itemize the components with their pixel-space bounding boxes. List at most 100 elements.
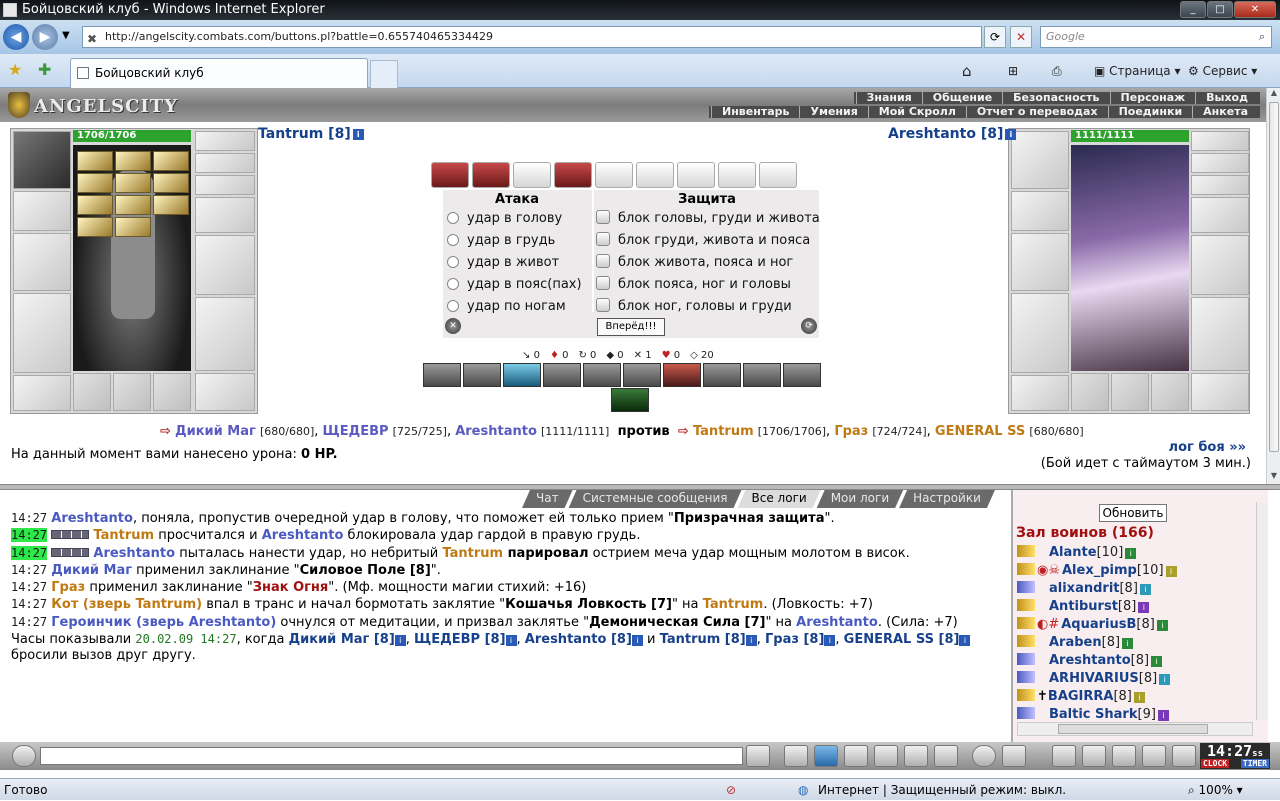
sound-icon[interactable] [934, 745, 958, 767]
translit-icon[interactable] [904, 745, 928, 767]
chat-nick[interactable]: Tantrum [93, 528, 154, 543]
info-icon[interactable]: i [1165, 566, 1177, 577]
ability-slot[interactable] [463, 363, 501, 387]
amulet-slot[interactable] [1191, 153, 1249, 173]
ability-slot[interactable] [663, 363, 701, 387]
page-scrollbar[interactable]: ▲ ▼ [1266, 88, 1280, 484]
team-a-member[interactable]: Дикий Маг [175, 424, 256, 439]
strike-slot[interactable] [554, 162, 592, 188]
battle-log-link[interactable]: лог боя »» [1169, 440, 1246, 455]
player-name[interactable]: Areshtanto [1049, 653, 1131, 668]
player-name[interactable]: Baltic Shark [1049, 707, 1138, 722]
scroll-slot[interactable] [77, 151, 113, 171]
scroll-slot[interactable] [115, 217, 151, 237]
player-name[interactable]: Araben [1049, 635, 1102, 650]
cancel-icon[interactable]: ✕ [445, 318, 461, 334]
earrings-slot[interactable] [1191, 131, 1249, 151]
page-menu[interactable]: ▣ Страница ▾ [1094, 62, 1181, 80]
maximize-button[interactable]: □ [1207, 1, 1233, 18]
earrings-slot[interactable] [195, 131, 255, 151]
smiley-icon[interactable] [972, 745, 996, 767]
chat-nick[interactable]: Tantrum [703, 597, 764, 612]
info-icon[interactable]: i [505, 635, 517, 647]
info-icon[interactable]: i [394, 635, 406, 647]
ability-slot[interactable] [743, 363, 781, 387]
tab-settings[interactable]: Настройки [899, 490, 995, 508]
search-icon[interactable]: ⌕ [1259, 27, 1265, 47]
tab-my-logs[interactable]: Мои логи [817, 490, 903, 508]
legs-slot[interactable] [195, 297, 255, 371]
radio-icon[interactable] [596, 276, 610, 290]
strike-slot[interactable] [718, 162, 756, 188]
pocket-slot[interactable] [1151, 373, 1189, 411]
pocket-slot[interactable] [153, 373, 191, 411]
refresh-button[interactable]: Обновить [1099, 504, 1167, 522]
chat-nick[interactable]: Areshtanto [51, 511, 133, 526]
team-a-member[interactable]: ЩЕДЕВР [323, 424, 389, 439]
chat-nick[interactable]: Areshtanto [93, 546, 175, 561]
info-icon[interactable]: i [1138, 602, 1150, 613]
radio-icon[interactable] [447, 212, 459, 224]
ability-slot[interactable] [703, 363, 741, 387]
strike-slot[interactable] [472, 162, 510, 188]
clock-label[interactable]: CLOCK [1201, 759, 1230, 768]
team-b-member[interactable]: Tantrum [693, 424, 754, 439]
list-item[interactable]: alixandrit[8] i [1017, 580, 1257, 598]
tab-all-logs[interactable]: Все логи [738, 490, 821, 508]
radio-icon[interactable] [596, 210, 610, 224]
list-item[interactable]: Araben[8] i [1017, 634, 1257, 652]
menu-profile[interactable]: Анкета [1192, 106, 1258, 118]
ability-slot[interactable] [583, 363, 621, 387]
pocket-slot[interactable] [73, 373, 111, 411]
scroll-slot[interactable] [115, 195, 151, 215]
radio-icon[interactable] [447, 300, 459, 312]
menu-transfers[interactable]: Отчет о переводах [965, 106, 1108, 118]
gloves-slot[interactable] [195, 197, 255, 233]
list-item[interactable]: Areshtanto[8] i [1017, 652, 1257, 670]
bracers-slot[interactable] [13, 191, 71, 231]
menu-skills[interactable]: Умения [799, 106, 867, 118]
menu-knowledge[interactable]: Знания [855, 92, 922, 104]
menu-my-scroll[interactable]: Мой Скролл [867, 106, 966, 118]
strike-slot[interactable] [636, 162, 674, 188]
info-icon[interactable]: i [1005, 129, 1017, 140]
defense-option-1[interactable]: блок головы, груди и живота [596, 208, 820, 230]
minimize-button[interactable]: _ [1180, 1, 1206, 18]
radio-icon[interactable] [596, 298, 610, 312]
player-left-name[interactable]: Tantrum [8] i [258, 126, 364, 142]
menu-communication[interactable]: Общение [921, 92, 1002, 104]
save-icon[interactable] [844, 745, 868, 767]
attack-head-radio[interactable]: удар в голову [447, 208, 562, 230]
bracers-slot[interactable] [1011, 191, 1069, 231]
player-name[interactable]: Antiburst [1049, 599, 1118, 614]
scroll-up-icon[interactable]: ▲ [1268, 88, 1280, 101]
stop-icon[interactable]: ✕ [1010, 26, 1032, 48]
list-item[interactable]: ◐# AquariusB[8] i [1017, 616, 1257, 634]
helmet-slot[interactable] [1011, 131, 1069, 189]
chat-nick[interactable]: GENERAL SS [8] [844, 632, 960, 647]
legs-slot[interactable] [1191, 297, 1249, 371]
menu-exit[interactable]: Выход [1195, 92, 1258, 104]
rings-slot[interactable] [195, 175, 255, 195]
chat-nick[interactable]: Героинчик (зверь Areshtanto) [51, 615, 276, 630]
helmet-slot[interactable] [13, 131, 71, 189]
scroll-slot[interactable] [153, 151, 189, 171]
scroll-thumb[interactable] [1269, 102, 1279, 452]
back-button[interactable]: ◀ [3, 24, 29, 50]
shield-slot[interactable] [195, 235, 255, 295]
armor-slot[interactable] [13, 293, 71, 373]
chat-nick[interactable]: Tantrum [442, 546, 503, 561]
info-icon[interactable]: i [1125, 548, 1137, 559]
tools-menu[interactable]: ⚙ Сервис ▾ [1188, 62, 1257, 80]
home-icon[interactable]: ⌂ [962, 62, 972, 80]
team-b-member[interactable]: GENERAL SS [935, 424, 1025, 439]
strike-slot[interactable] [595, 162, 633, 188]
info-icon[interactable]: i [1159, 674, 1171, 685]
room-scrollbar[interactable] [1256, 502, 1268, 720]
scroll-thumb[interactable] [1058, 724, 1208, 734]
history-dropdown-icon[interactable]: ▼ [62, 30, 70, 41]
ability-slot[interactable] [503, 363, 541, 387]
belt-slot[interactable] [1011, 375, 1069, 411]
armor-slot[interactable] [1011, 293, 1069, 373]
chat-nick[interactable]: Дикий Маг [51, 563, 132, 578]
